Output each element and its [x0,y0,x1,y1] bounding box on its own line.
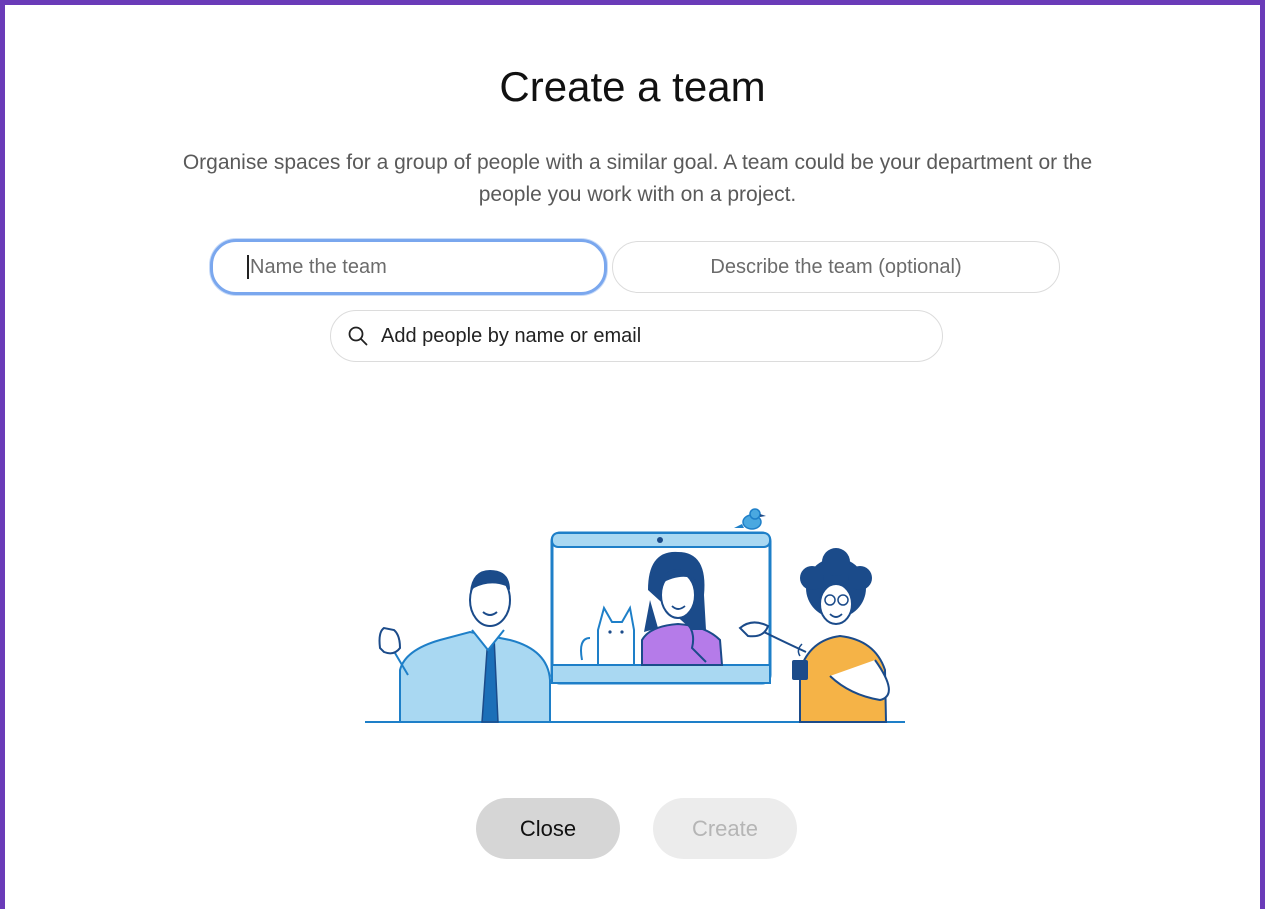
team-description-input[interactable]: Describe the team (optional) [612,241,1060,293]
team-video-call-illustration [365,508,905,723]
team-name-input[interactable]: Name the team [210,239,607,295]
add-people-placeholder: Add people by name or email [381,324,642,347]
video-screen [550,531,772,685]
dialog-title: Create a team [499,63,766,110]
text-caret [247,255,249,279]
man-figure [378,570,551,723]
create-button[interactable]: Create [653,798,797,859]
team-name-placeholder: Name the team [250,255,387,278]
team-description-placeholder: Describe the team (optional) [710,255,962,278]
create-team-dialog: Create a team Organise spaces for a grou… [0,0,1265,909]
dialog-subtitle: Organise spaces for a group of people wi… [182,151,1093,206]
search-icon [348,326,368,346]
bird-icon [734,508,766,530]
add-people-input[interactable]: Add people by name or email [330,310,943,362]
close-button[interactable]: Close [476,798,620,859]
